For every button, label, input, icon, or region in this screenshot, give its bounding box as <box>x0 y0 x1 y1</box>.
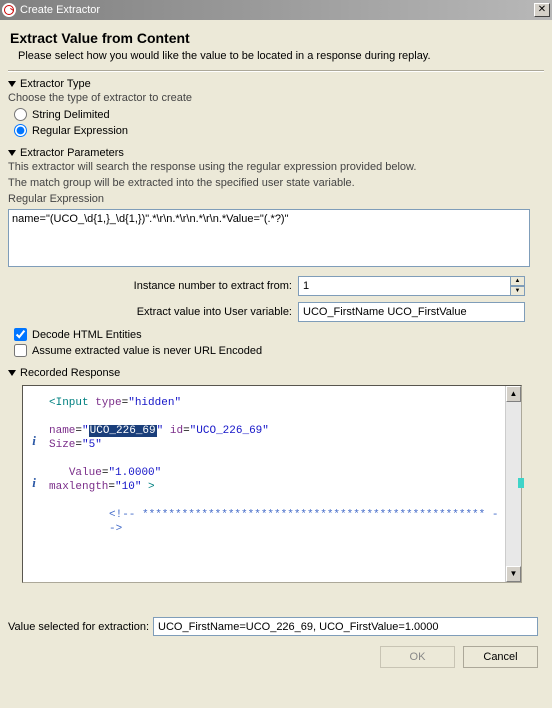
page-subtitle: Please select how you would like the val… <box>18 50 544 62</box>
regex-input[interactable]: name="(UCO_\d{1,}_\d{1,})".*\r\n.*\r\n.*… <box>8 209 530 267</box>
code-token: Value <box>69 467 102 479</box>
section-label: Extractor Type <box>20 78 91 90</box>
code-token: id <box>163 425 183 437</box>
scroll-down-button[interactable]: ▼ <box>506 566 521 582</box>
code-comment: <!-- ***********************************… <box>109 509 498 535</box>
checkbox-decode-html[interactable] <box>14 328 27 341</box>
code-token: maxlength <box>49 481 108 493</box>
page-title: Extract Value from Content <box>10 30 544 46</box>
section-extractor-type[interactable]: Extractor Type <box>8 78 544 90</box>
recorded-response-viewer: i i <Input type="hidden" name="UCO_226_6… <box>22 385 522 583</box>
scroll-up-button[interactable]: ▲ <box>506 386 521 402</box>
code-token: "UCO_226_69" <box>190 425 269 437</box>
section-label: Recorded Response <box>20 367 120 379</box>
label-decode-html: Decode HTML Entities <box>32 329 142 341</box>
extractor-type-desc: Choose the type of extractor to create <box>8 92 544 104</box>
section-label: Extractor Parameters <box>20 147 124 159</box>
spin-down-button[interactable]: ▼ <box>510 286 525 296</box>
cancel-button[interactable]: Cancel <box>463 646 538 668</box>
chevron-down-icon <box>8 370 16 376</box>
code-token: "hidden" <box>128 397 181 409</box>
spin-up-button[interactable]: ▲ <box>510 276 525 286</box>
params-desc2: The match group will be extracted into t… <box>8 177 544 189</box>
selection-label: Value selected for extraction: <box>8 621 153 633</box>
code-token: type <box>89 397 122 409</box>
close-icon[interactable]: ✕ <box>534 3 550 17</box>
code-token: Size <box>49 439 75 451</box>
regex-label: Regular Expression <box>8 193 544 205</box>
selected-text: UCO_226_69 <box>89 425 157 437</box>
code-token: "10" <box>115 481 141 493</box>
window-title: Create Extractor <box>20 4 534 16</box>
radio-string-delimited[interactable] <box>14 108 27 121</box>
code-token: = <box>183 425 190 437</box>
gutter: i i <box>23 386 45 582</box>
code-token: "1.0000" <box>108 467 161 479</box>
app-icon <box>2 3 16 17</box>
code-token: > <box>141 481 154 493</box>
info-icon: i <box>23 433 45 447</box>
selection-value-input[interactable] <box>153 617 538 636</box>
label-regex: Regular Expression <box>32 125 128 137</box>
code-token: " <box>82 425 89 437</box>
radio-regex[interactable] <box>14 124 27 137</box>
uservar-label: Extract value into User variable: <box>8 306 298 318</box>
code-body[interactable]: <Input type="hidden" name="UCO_226_69" i… <box>45 386 505 582</box>
chevron-down-icon <box>8 81 16 87</box>
section-recorded-response[interactable]: Recorded Response <box>8 367 544 379</box>
match-marker <box>518 478 524 488</box>
label-string-delimited: String Delimited <box>32 109 110 121</box>
ok-button[interactable]: OK <box>380 646 455 668</box>
info-icon: i <box>23 475 45 489</box>
section-extractor-params[interactable]: Extractor Parameters <box>8 147 544 159</box>
instance-input[interactable] <box>298 276 510 296</box>
chevron-down-icon <box>8 150 16 156</box>
code-token: name <box>49 425 75 437</box>
instance-label: Instance number to extract from: <box>8 280 298 292</box>
params-desc1: This extractor will search the response … <box>8 161 544 173</box>
label-assume-url: Assume extracted value is never URL Enco… <box>32 345 262 357</box>
divider <box>8 70 544 72</box>
uservar-input[interactable] <box>298 302 525 322</box>
code-token: <Input <box>49 397 89 409</box>
checkbox-assume-url[interactable] <box>14 344 27 357</box>
code-token: "5" <box>82 439 102 451</box>
